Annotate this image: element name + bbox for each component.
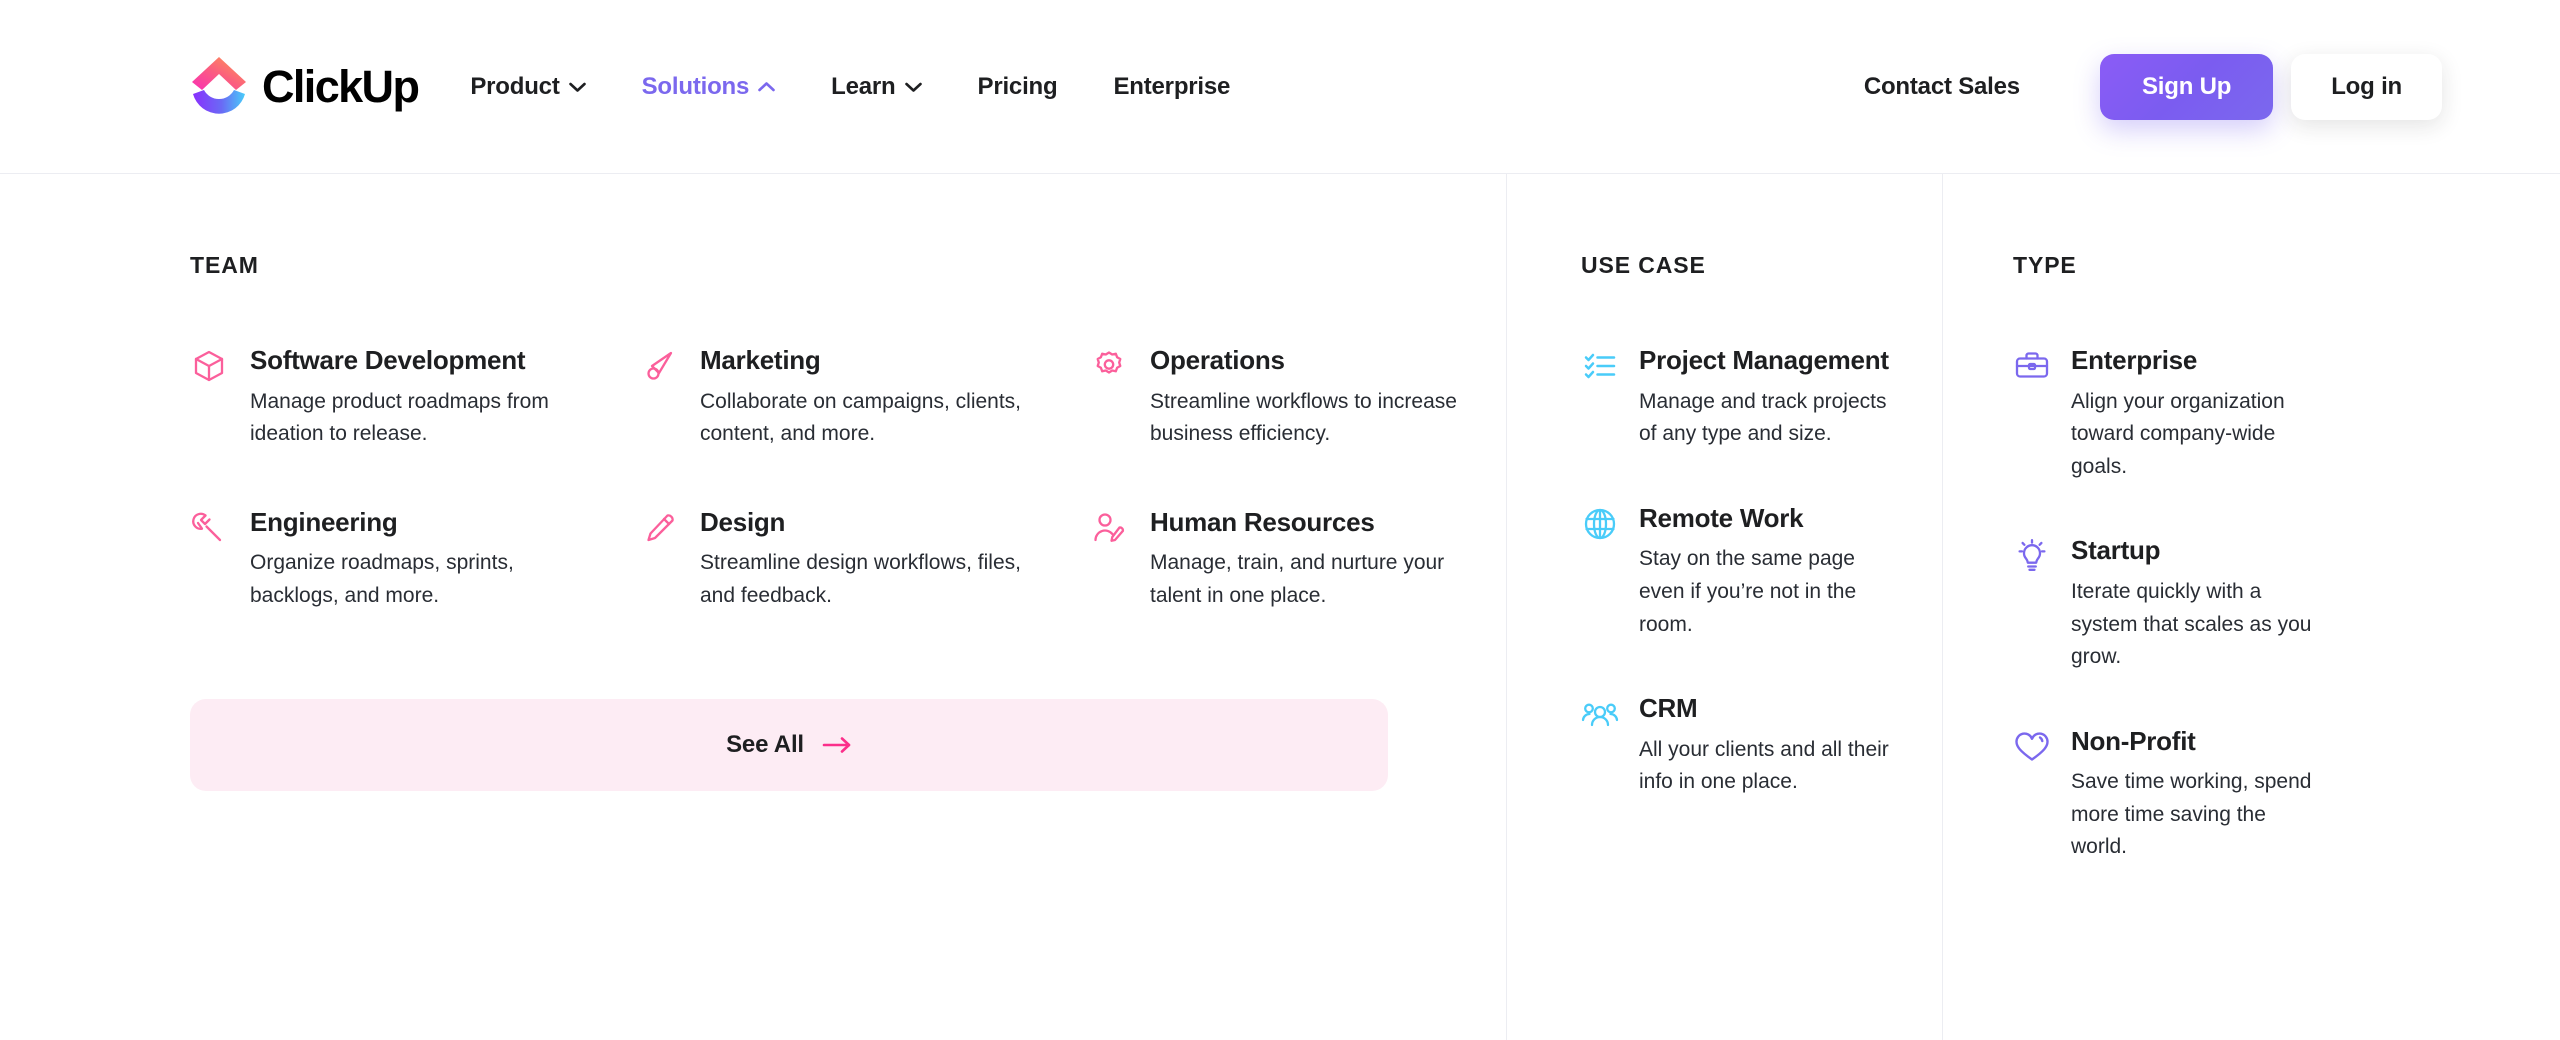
gear-icon: [1090, 347, 1128, 385]
team-items-grid: Software Development Manage product road…: [190, 345, 1506, 669]
use-case-item-title: Project Management: [1639, 345, 1889, 375]
nav-item-enterprise[interactable]: Enterprise: [1113, 63, 1230, 111]
type-column-heading: TYPE: [2013, 252, 2077, 278]
chevron-down-icon: [568, 82, 586, 92]
type-item-desc: Align your organization toward company-w…: [2071, 389, 2285, 478]
see-all-label: See All: [726, 730, 804, 758]
type-item-title: Startup: [2071, 535, 2161, 566]
team-item-title: Operations: [1150, 345, 1285, 375]
use-case-item-title: Remote Work: [1639, 502, 1804, 533]
use-case-item-title: CRM: [1639, 693, 1698, 724]
header-actions: Contact Sales Sign Up Log in: [1864, 53, 2442, 120]
use-case-item-remote-work[interactable]: Remote Work Stay on the same page even i…: [1581, 503, 1942, 641]
arrow-right-icon: [822, 736, 851, 753]
chevron-up-icon: [758, 81, 775, 91]
team-item-title: Human Resources: [1150, 506, 1375, 537]
team-item-desc: Manage, train, and nurture your talent i…: [1150, 551, 1445, 607]
mega-pane-type: TYPE Enterprise Align your organization …: [1942, 174, 2560, 1040]
pencil-icon: [640, 509, 678, 547]
sign-up-button[interactable]: Sign Up: [2099, 53, 2274, 120]
team-item-desc: Manage product roadmaps from ideation to…: [250, 389, 549, 446]
use-case-item-desc: All your clients and all their info in o…: [1639, 737, 1889, 794]
nav-label-pricing: Pricing: [977, 72, 1058, 100]
team-item-title: Software Development: [250, 345, 526, 375]
nav-item-product[interactable]: Product: [470, 63, 586, 111]
type-item-title: Enterprise: [2071, 345, 2198, 375]
solutions-mega-menu: TEAM Software Development Manage product…: [0, 174, 2560, 1040]
briefcase-icon: [2013, 347, 2051, 385]
type-item-non-profit[interactable]: Non-Profit Save time working, spend more…: [2013, 726, 2560, 864]
mega-pane-team: TEAM Software Development Manage product…: [0, 174, 1506, 1040]
team-item-desc: Organize roadmaps, sprints, backlogs, an…: [250, 551, 514, 607]
globe-icon: [1581, 505, 1619, 543]
use-case-item-project-management[interactable]: Project Management Manage and track proj…: [1581, 345, 1942, 451]
heart-icon: [2013, 728, 2051, 766]
team-item-title: Marketing: [700, 345, 821, 375]
team-item-marketing[interactable]: Marketing Collaborate on campaigns, clie…: [640, 345, 1090, 451]
type-item-desc: Save time working, spend more time savin…: [2071, 770, 2312, 859]
nav-label-product: Product: [470, 72, 560, 100]
cube-icon: [190, 347, 228, 385]
type-item-title: Non-Profit: [2071, 725, 2196, 756]
team-item-desc: Streamline design workflows, files, and …: [700, 551, 1021, 607]
use-case-item-desc: Manage and track projects of any type an…: [1639, 389, 1887, 446]
nav-item-solutions[interactable]: Solutions: [642, 63, 776, 111]
person-edit-icon: [1090, 509, 1128, 547]
nav-item-pricing[interactable]: Pricing: [978, 63, 1058, 111]
brand-name: ClickUp: [262, 61, 420, 112]
team-item-desc: Streamline workflows to increase busines…: [1150, 389, 1457, 446]
nav-label-learn: Learn: [831, 72, 896, 100]
people-group-icon: [1581, 695, 1619, 733]
contact-sales-link[interactable]: Contact Sales: [1864, 73, 2020, 101]
log-in-button[interactable]: Log in: [2291, 53, 2442, 120]
primary-navigation: Product Solutions Learn Pricing Enterpri…: [470, 63, 1286, 111]
megaphone-icon: [640, 347, 678, 385]
team-item-operations[interactable]: Operations Streamline workflows to incre…: [1090, 345, 1506, 451]
nav-label-enterprise: Enterprise: [1113, 72, 1231, 100]
chevron-down-icon: [904, 82, 922, 92]
nav-label-solutions: Solutions: [641, 72, 750, 100]
use-case-item-desc: Stay on the same page even if you’re not…: [1639, 547, 1857, 636]
team-item-software-development[interactable]: Software Development Manage product road…: [190, 345, 640, 451]
team-item-human-resources[interactable]: Human Resources Manage, train, and nurtu…: [1090, 507, 1506, 613]
see-all-button[interactable]: See All: [190, 698, 1388, 791]
mega-pane-use-case: USE CASE Project Management Manage and t…: [1506, 174, 1942, 1040]
team-item-engineering[interactable]: Engineering Organize roadmaps, sprints, …: [190, 507, 640, 613]
team-item-title: Design: [700, 506, 786, 537]
type-item-desc: Iterate quickly with a system that scale…: [2071, 579, 2312, 669]
type-item-enterprise[interactable]: Enterprise Align your organization towar…: [2013, 345, 2560, 483]
clickup-logo-icon: [190, 56, 248, 118]
team-item-title: Engineering: [250, 506, 398, 537]
nav-item-learn[interactable]: Learn: [831, 63, 922, 111]
use-case-column-heading: USE CASE: [1581, 252, 1706, 278]
team-item-design[interactable]: Design Streamline design workflows, file…: [640, 507, 1090, 613]
team-item-desc: Collaborate on campaigns, clients, conte…: [700, 389, 1022, 446]
wrench-icon: [190, 509, 228, 547]
use-case-item-crm[interactable]: CRM All your clients and all their info …: [1581, 693, 1942, 799]
brand-logo-link[interactable]: ClickUp: [190, 56, 420, 118]
lightbulb-icon: [2013, 537, 2051, 575]
type-item-startup[interactable]: Startup Iterate quickly with a system th…: [2013, 535, 2560, 673]
site-header: ClickUp Product Solutions Learn Pricing …: [0, 0, 2560, 174]
team-column-heading: TEAM: [190, 252, 259, 278]
checklist-icon: [1581, 347, 1619, 385]
